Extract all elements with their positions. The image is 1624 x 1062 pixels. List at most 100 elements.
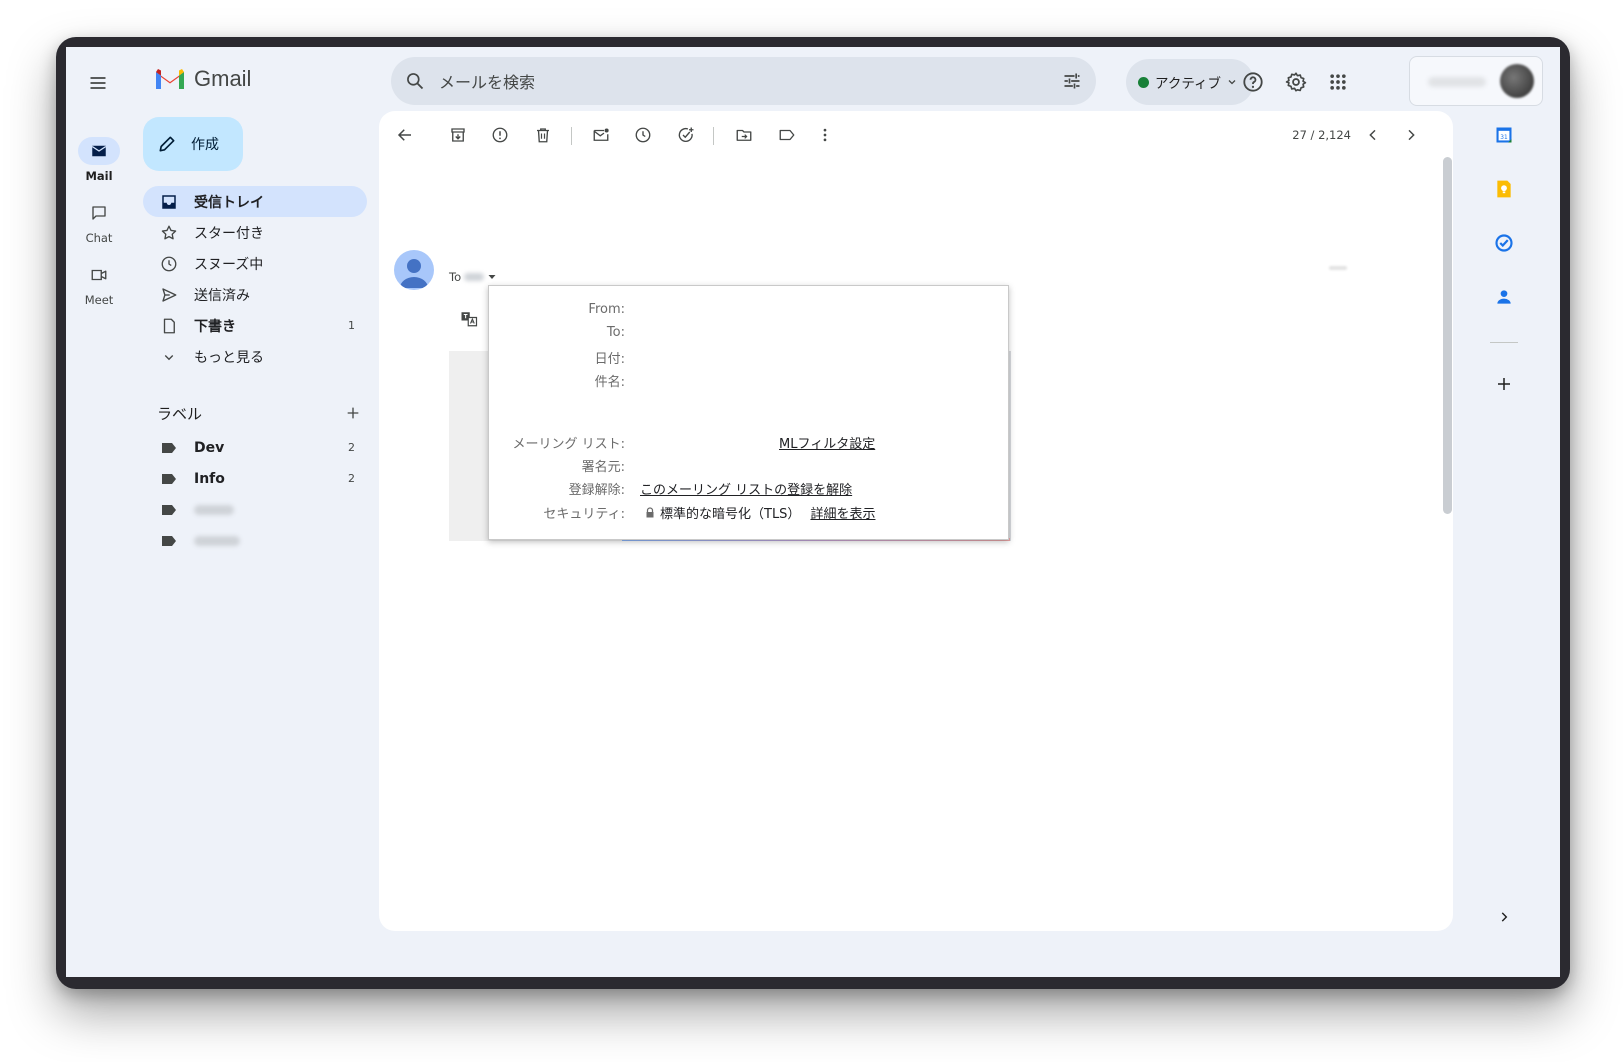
details-row-from: From: [489, 302, 1010, 317]
ml-filter-link[interactable]: MLフィルタ設定 [779, 433, 875, 452]
tasks-icon [1495, 234, 1513, 252]
label-count: 2 [348, 441, 355, 454]
add-to-tasks-button[interactable] [666, 115, 706, 155]
gmail-window: Gmail メールを検索 アクティブ Mail Chat Meet 作成 受信ト… [66, 47, 1560, 977]
tune-icon [1064, 73, 1080, 89]
timestamp-redacted [1329, 266, 1347, 270]
toolbar-divider [571, 127, 572, 145]
to-prefix: To [449, 270, 462, 284]
calendar-app-button[interactable]: 31 [1486, 117, 1522, 153]
sender-avatar[interactable] [394, 250, 434, 290]
nav-item-snoozed[interactable]: スヌーズ中 [143, 248, 367, 279]
rail-label-chat: Chat [85, 231, 113, 245]
apps-grid-icon [1330, 74, 1346, 90]
caret-down-icon[interactable] [487, 272, 497, 282]
label-list: Dev 2 Info 2 [143, 432, 367, 556]
older-button[interactable] [1391, 115, 1431, 155]
label-item-redacted[interactable] [143, 525, 367, 556]
details-row-date: 日付: [489, 348, 1010, 367]
clock-icon [635, 127, 651, 143]
search-options-button[interactable] [1048, 57, 1096, 105]
settings-button[interactable] [1277, 63, 1315, 101]
recipient-line[interactable]: To [449, 270, 497, 284]
chevron-left-icon [1369, 129, 1376, 141]
mark-unread-button[interactable] [581, 115, 621, 155]
label-item-dev[interactable]: Dev 2 [143, 432, 367, 463]
rail-chat-pill [78, 199, 120, 227]
star-icon [159, 223, 179, 243]
compose-button[interactable]: 作成 [143, 117, 243, 171]
newer-button[interactable] [1353, 115, 1393, 155]
contacts-app-button[interactable] [1486, 279, 1522, 315]
rail-item-chat[interactable]: Chat [66, 199, 132, 245]
keep-app-button[interactable] [1486, 171, 1522, 207]
gmail-logo[interactable]: Gmail [154, 66, 251, 92]
search-input[interactable]: メールを検索 [439, 69, 1048, 93]
report-spam-button[interactable] [480, 115, 520, 155]
search-bar[interactable]: メールを検索 [391, 57, 1096, 105]
main-menu-button[interactable] [78, 63, 118, 103]
show-side-panel-button[interactable] [1486, 899, 1522, 935]
nav-item-inbox[interactable]: 受信トレイ [143, 186, 367, 217]
rail-item-mail[interactable]: Mail [66, 137, 132, 183]
draft-icon [159, 316, 179, 336]
get-addons-button[interactable] [1486, 366, 1522, 402]
details-label: 件名: [594, 375, 625, 390]
details-label: From: [588, 302, 625, 317]
more-actions-button[interactable] [805, 115, 845, 155]
nav-item-more[interactable]: もっと見る [143, 341, 367, 372]
side-panel-divider [1490, 342, 1518, 343]
details-label: 登録解除: [568, 483, 625, 498]
tasks-app-button[interactable] [1486, 225, 1522, 261]
delete-button[interactable] [523, 115, 563, 155]
details-row-unsubscribe: 登録解除: このメーリング リストの登録を解除 [489, 479, 1010, 498]
nav-label: スター付き [194, 225, 264, 242]
label-tag-icon [159, 469, 179, 489]
account-name-redacted [1428, 77, 1486, 87]
support-button[interactable] [1234, 63, 1272, 101]
plus-icon [1498, 378, 1510, 390]
details-row-subject: 件名: [489, 371, 1010, 390]
account-button[interactable] [1409, 56, 1543, 106]
nav-rail: Mail Chat Meet [66, 113, 132, 977]
labels-button[interactable] [767, 115, 807, 155]
svg-text:31: 31 [1500, 135, 1508, 141]
details-label: 日付: [594, 352, 625, 367]
label-tag-icon [159, 531, 179, 551]
drafts-count: 1 [348, 319, 355, 332]
snooze-button[interactable] [623, 115, 663, 155]
chevron-right-icon [1501, 912, 1508, 922]
rail-item-meet[interactable]: Meet [66, 261, 132, 307]
send-icon [159, 285, 179, 305]
unsubscribe-link[interactable]: このメーリング リストの登録を解除 [640, 479, 852, 498]
nav-item-drafts[interactable]: 下書き 1 [143, 310, 367, 341]
translate-button[interactable] [451, 301, 487, 337]
recipient-redacted [464, 273, 485, 281]
message-toolbar: 27 / 2,124 [379, 115, 1453, 155]
archive-button[interactable] [438, 115, 478, 155]
compose-label: 作成 [191, 137, 219, 153]
label-item-redacted[interactable] [143, 494, 367, 525]
toolbar-divider [713, 127, 714, 145]
label-count: 2 [348, 472, 355, 485]
back-button[interactable] [385, 115, 425, 155]
search-button[interactable] [391, 57, 439, 105]
spam-icon [492, 127, 508, 143]
create-label-button[interactable] [339, 399, 367, 427]
security-details-link[interactable]: 詳細を表示 [810, 503, 875, 522]
move-to-button[interactable] [724, 115, 764, 155]
nav-item-starred[interactable]: スター付き [143, 217, 367, 248]
inbox-icon [159, 192, 179, 212]
trash-icon [537, 128, 549, 143]
details-value: MLフィルタ設定 [779, 433, 875, 452]
nav-item-sent[interactable]: 送信済み [143, 279, 367, 310]
details-value: このメーリング リストの登録を解除 [640, 479, 852, 498]
plus-icon [347, 407, 359, 419]
details-row-signed-by: 署名元: [489, 456, 1010, 475]
details-label: メーリング リスト: [512, 437, 625, 452]
label-item-info[interactable]: Info 2 [143, 463, 367, 494]
apps-button[interactable] [1319, 63, 1357, 101]
scrollbar-thumb[interactable] [1443, 157, 1452, 514]
mark-unread-icon [593, 128, 609, 141]
archive-icon [451, 128, 465, 142]
